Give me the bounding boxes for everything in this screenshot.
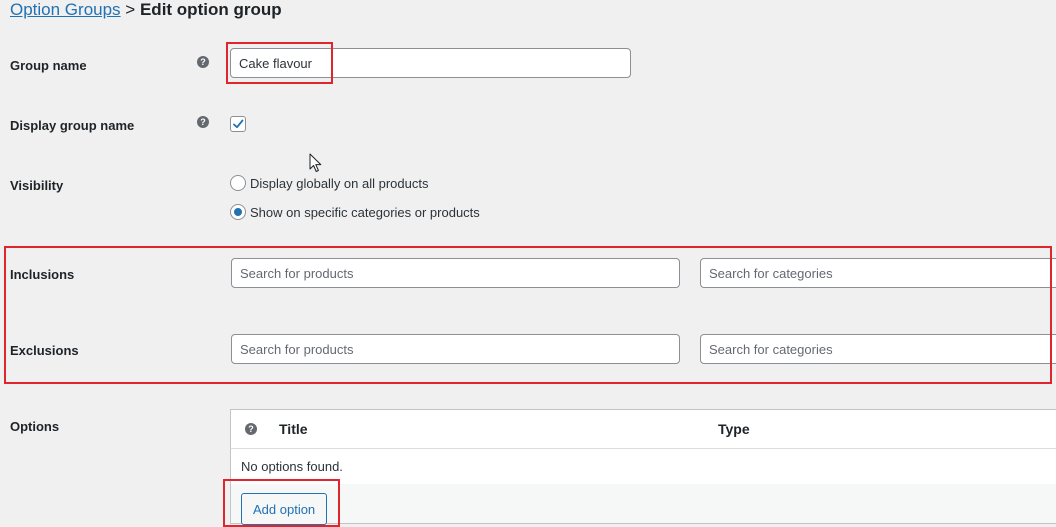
breadcrumb-option-groups-link[interactable]: Option Groups <box>10 0 121 19</box>
visibility-label: Visibility <box>10 178 64 193</box>
help-icon[interactable]: ? <box>245 423 257 435</box>
visibility-specific-radio[interactable] <box>230 204 246 220</box>
visibility-specific-label[interactable]: Show on specific categories or products <box>250 205 480 220</box>
breadcrumb-separator: > <box>125 0 136 19</box>
empty-message: No options found. <box>241 459 343 474</box>
highlight-box-group-name <box>226 42 333 84</box>
options-label: Options <box>10 419 60 434</box>
highlight-box-add-option <box>223 479 340 527</box>
help-icon[interactable]: ? <box>197 116 209 128</box>
help-icon[interactable]: ? <box>197 56 209 68</box>
display-group-name-checkbox[interactable] <box>230 116 246 132</box>
visibility-global-label[interactable]: Display globally on all products <box>250 176 428 191</box>
column-title: Title <box>279 421 308 437</box>
column-type: Type <box>718 421 750 437</box>
display-group-name-label: Display group name <box>10 118 135 133</box>
mouse-pointer-icon <box>309 153 322 172</box>
options-table-header: ? Title Type <box>230 409 1056 449</box>
page-title: Edit option group <box>139 0 282 19</box>
options-empty-row: No options found. <box>230 448 1056 485</box>
page-heading: Option Groups > Edit option group <box>10 0 282 19</box>
highlight-box-inclusions-exclusions <box>4 246 1052 384</box>
options-table-footer: Add option <box>230 484 1056 525</box>
visibility-global-radio[interactable] <box>230 175 246 191</box>
checkmark-icon <box>233 119 244 129</box>
group-name-label: Group name <box>10 58 87 73</box>
